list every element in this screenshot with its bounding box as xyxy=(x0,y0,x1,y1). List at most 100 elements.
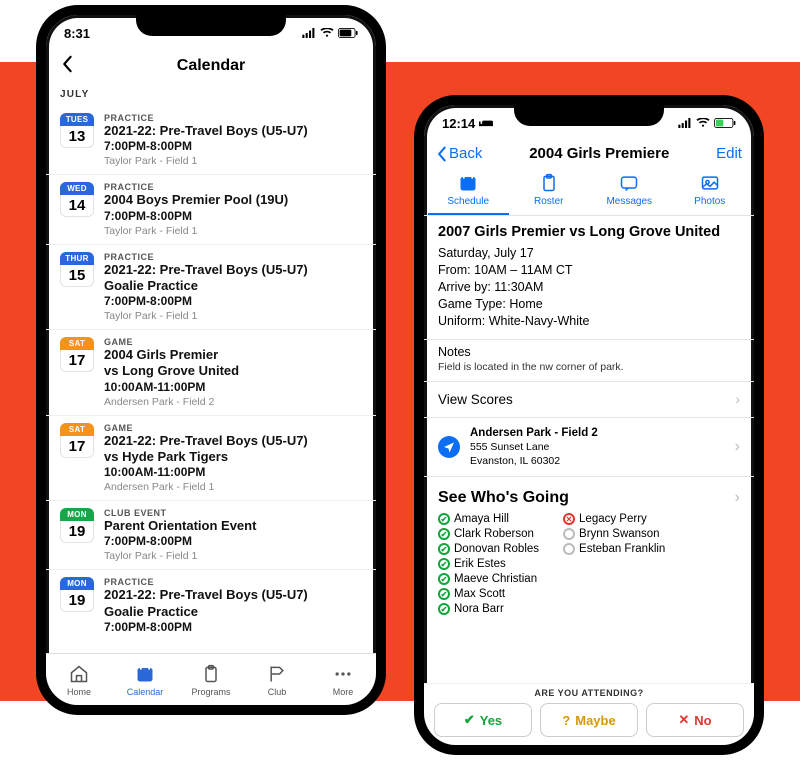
chevron-right-icon: › xyxy=(736,392,741,407)
header: Calendar xyxy=(46,51,376,83)
clipboard-icon xyxy=(178,663,244,685)
date-day: 19 xyxy=(60,521,94,543)
battery-icon xyxy=(714,118,736,128)
calendar-row[interactable]: WED 14 PRACTICE 2004 Boys Premier Pool (… xyxy=(46,175,376,244)
header: Back 2004 Girls Premiere Edit xyxy=(424,141,754,166)
event-type: CLUB EVENT xyxy=(104,508,362,518)
event-uniform: Uniform: White-Navy-White xyxy=(438,314,740,328)
photo-icon xyxy=(670,172,751,194)
attendee-name: Maeve Christian xyxy=(454,573,537,585)
location-row[interactable]: Andersen Park - Field 2 555 Sunset Lane … xyxy=(424,418,754,477)
attendee-name: Brynn Swanson xyxy=(579,528,660,540)
event-type: GAME xyxy=(104,423,362,433)
location-street: 555 Sunset Lane xyxy=(470,441,725,455)
status-time: 8:31 xyxy=(64,26,90,41)
notes-section: Notes Field is located in the nw corner … xyxy=(424,339,754,382)
chevron-left-icon xyxy=(60,55,74,73)
status-unk-icon xyxy=(563,528,575,540)
date-badge: MON 19 xyxy=(60,508,94,543)
attendee-name: Donovan Robles xyxy=(454,543,539,555)
status-yes-icon: ✔ xyxy=(438,588,450,600)
no-button[interactable]: ✕No xyxy=(646,703,744,737)
phone-right: 12:14 Back 2004 Girls Premiere Edit Sche… xyxy=(414,95,764,755)
date-dow: SAT xyxy=(60,423,94,436)
date-badge: WED 14 xyxy=(60,182,94,217)
location-name: Andersen Park - Field 2 xyxy=(470,426,725,441)
event-body: CLUB EVENT Parent Orientation Event 7:00… xyxy=(104,508,362,562)
chevron-right-icon: › xyxy=(735,438,740,456)
calendar-row[interactable]: SAT 17 GAME 2021-22: Pre-Travel Boys (U5… xyxy=(46,416,376,502)
notes-body: Field is located in the nw corner of par… xyxy=(438,361,740,373)
seg-photos[interactable]: Photos xyxy=(670,172,751,215)
event-type: PRACTICE xyxy=(104,182,362,192)
home-icon xyxy=(46,663,112,685)
event-location: Andersen Park - Field 1 xyxy=(104,481,362,493)
calendar-row[interactable]: SAT 17 GAME 2004 Girls Premier vs Long G… xyxy=(46,330,376,416)
tab-label: Home xyxy=(46,687,112,697)
event-location: Taylor Park - Field 1 xyxy=(104,550,362,562)
event-body: GAME 2021-22: Pre-Travel Boys (U5-U7) vs… xyxy=(104,423,362,494)
attendee-name: Legacy Perry xyxy=(579,513,647,525)
calendar-row[interactable]: TUES 13 PRACTICE 2021-22: Pre-Travel Boy… xyxy=(46,106,376,175)
calendar-row[interactable]: MON 19 PRACTICE 2021-22: Pre-Travel Boys… xyxy=(46,570,376,641)
see-who-row[interactable]: See Who's Going › xyxy=(424,477,754,513)
attendee-list: ✔Amaya Hill✔Clark Roberson✔Donovan Roble… xyxy=(424,513,754,615)
attendee-name: Amaya Hill xyxy=(454,513,509,525)
event-subtitle: vs Long Grove United xyxy=(104,363,362,379)
status-icons xyxy=(302,28,358,38)
attendee: Esteban Franklin xyxy=(563,543,665,555)
attendee: ✔Clark Roberson xyxy=(438,528,539,540)
tab-club[interactable]: Club xyxy=(244,663,310,697)
wifi-icon xyxy=(320,28,334,38)
maybe-button[interactable]: ?Maybe xyxy=(540,703,638,737)
notch xyxy=(514,104,664,126)
status-yes-icon: ✔ xyxy=(438,558,450,570)
seg-roster[interactable]: Roster xyxy=(509,172,590,215)
calendar-row[interactable]: THUR 15 PRACTICE 2021-22: Pre-Travel Boy… xyxy=(46,245,376,331)
date-badge: THUR 15 xyxy=(60,252,94,287)
status-yes-icon: ✔ xyxy=(438,603,450,615)
yes-button[interactable]: ✔Yes xyxy=(434,703,532,737)
event-body: PRACTICE 2021-22: Pre-Travel Boys (U5-U7… xyxy=(104,577,362,634)
more-icon xyxy=(310,663,376,685)
attendee-column-yes: ✔Amaya Hill✔Clark Roberson✔Donovan Roble… xyxy=(438,513,539,615)
wifi-icon xyxy=(696,118,710,128)
seg-label: Roster xyxy=(509,196,590,207)
attendee: ✔Erik Estes xyxy=(438,558,539,570)
seg-messages[interactable]: Messages xyxy=(589,172,670,215)
chevron-right-icon: › xyxy=(735,489,740,507)
back-button[interactable] xyxy=(60,55,84,77)
clipboard-icon xyxy=(509,172,590,194)
question-icon: ? xyxy=(562,713,570,728)
tab-home[interactable]: Home xyxy=(46,663,112,697)
date-dow: WED xyxy=(60,182,94,195)
event-gametype: Game Type: Home xyxy=(438,297,740,311)
tab-programs[interactable]: Programs xyxy=(178,663,244,697)
event-title: 2021-22: Pre-Travel Boys (U5-U7) xyxy=(104,123,362,139)
view-scores-button[interactable]: View Scores › xyxy=(424,382,754,418)
navigation-icon xyxy=(438,436,460,458)
event-body: PRACTICE 2021-22: Pre-Travel Boys (U5-U7… xyxy=(104,252,362,323)
event-type: PRACTICE xyxy=(104,252,362,262)
flag-icon xyxy=(244,663,310,685)
attendee-column-other: ✕Legacy PerryBrynn SwansonEsteban Frankl… xyxy=(563,513,665,615)
date-day: 15 xyxy=(60,265,94,287)
attendee: ✔Amaya Hill xyxy=(438,513,539,525)
status-yes-icon: ✔ xyxy=(438,528,450,540)
calendar-icon xyxy=(112,663,178,685)
calendar-list[interactable]: TUES 13 PRACTICE 2021-22: Pre-Travel Boy… xyxy=(46,106,376,641)
date-dow: TUES xyxy=(60,113,94,126)
tab-more[interactable]: More xyxy=(310,663,376,697)
back-label: Back xyxy=(449,145,482,162)
seg-schedule[interactable]: Schedule xyxy=(428,172,509,215)
calendar-row[interactable]: MON 19 CLUB EVENT Parent Orientation Eve… xyxy=(46,501,376,570)
event-location: Taylor Park - Field 1 xyxy=(104,155,362,167)
event-body: PRACTICE 2004 Boys Premier Pool (19U) 7:… xyxy=(104,182,362,236)
event-location: Taylor Park - Field 1 xyxy=(104,310,362,322)
tab-calendar[interactable]: Calendar xyxy=(112,663,178,697)
edit-button[interactable]: Edit xyxy=(716,145,742,162)
event-type: PRACTICE xyxy=(104,577,362,587)
status-yes-icon: ✔ xyxy=(438,543,450,555)
date-badge: MON 19 xyxy=(60,577,94,612)
back-button[interactable]: Back xyxy=(436,145,482,162)
